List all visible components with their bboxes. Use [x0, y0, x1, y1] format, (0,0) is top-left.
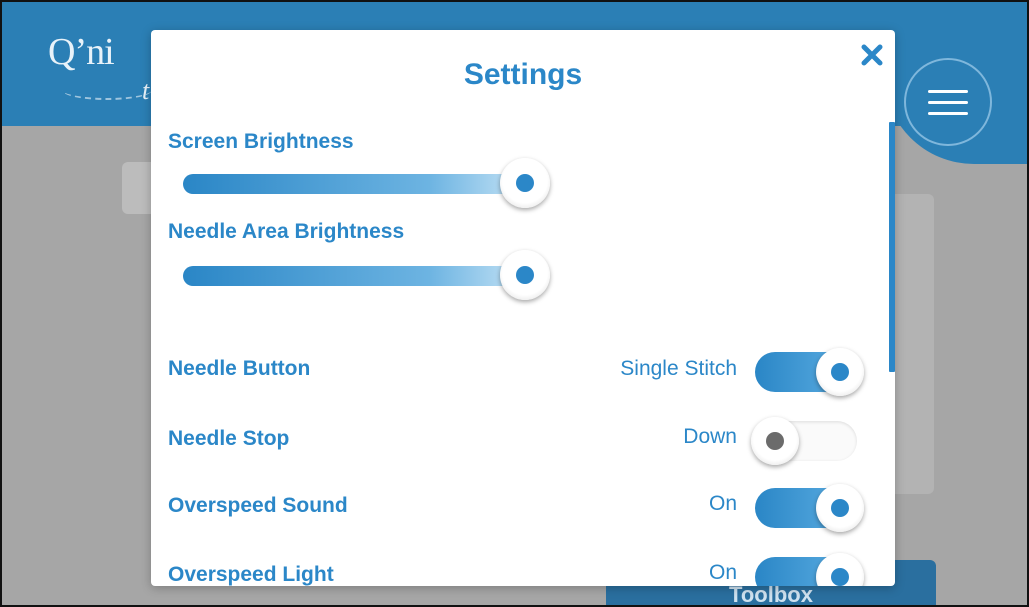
app-logo-sub: t [142, 76, 150, 105]
slider-handle-dot [516, 174, 534, 192]
slider-track [183, 174, 535, 194]
screen-brightness-slider[interactable] [183, 158, 563, 208]
slider-handle[interactable] [500, 250, 550, 300]
toggle-knob [816, 348, 864, 396]
slider-handle[interactable] [500, 158, 550, 208]
needle-button-label: Needle Button [168, 357, 311, 380]
close-icon [861, 44, 883, 66]
toggle-knob [751, 417, 799, 465]
needle-stop-value: Down [683, 425, 737, 448]
overspeed-sound-value: On [708, 492, 737, 515]
logo-swoosh [62, 80, 152, 100]
close-button[interactable] [857, 40, 887, 70]
overspeed-light-value: On [708, 561, 737, 584]
needle-stop-label: Needle Stop [168, 427, 290, 450]
needle-area-brightness-slider[interactable] [183, 250, 563, 300]
needle-area-brightness-label: Needle Area Brightness [168, 220, 405, 243]
settings-dialog: Settings Screen Brightness Needle Area B… [151, 30, 895, 586]
hamburger-menu-button[interactable] [904, 58, 992, 146]
hamburger-icon-bar [928, 111, 968, 115]
overspeed-sound-label: Overspeed Sound [168, 494, 348, 517]
needle-stop-toggle[interactable] [751, 417, 863, 465]
screen-brightness-label: Screen Brightness [168, 130, 354, 153]
slider-track [183, 266, 535, 286]
overspeed-light-toggle[interactable] [755, 553, 864, 586]
app-logo: Q’ni [48, 31, 115, 73]
overspeed-sound-toggle[interactable] [755, 484, 864, 532]
hamburger-icon-bar [928, 100, 968, 104]
slider-handle-dot [516, 266, 534, 284]
overspeed-light-label: Overspeed Light [168, 563, 334, 586]
settings-list[interactable]: Screen Brightness Needle Area Brightness… [151, 122, 889, 586]
dialog-header: Settings [151, 30, 895, 122]
toggle-knob-dot [831, 568, 849, 586]
hamburger-icon-bar [928, 89, 968, 93]
toggle-knob-dot [831, 363, 849, 381]
needle-button-toggle[interactable] [755, 348, 864, 396]
dialog-title: Settings [463, 58, 583, 91]
needle-button-value: Single Stitch [620, 357, 737, 380]
toggle-knob [816, 484, 864, 532]
toggle-knob-dot [766, 432, 784, 450]
scrollbar-thumb[interactable] [889, 122, 895, 372]
toggle-knob-dot [831, 499, 849, 517]
